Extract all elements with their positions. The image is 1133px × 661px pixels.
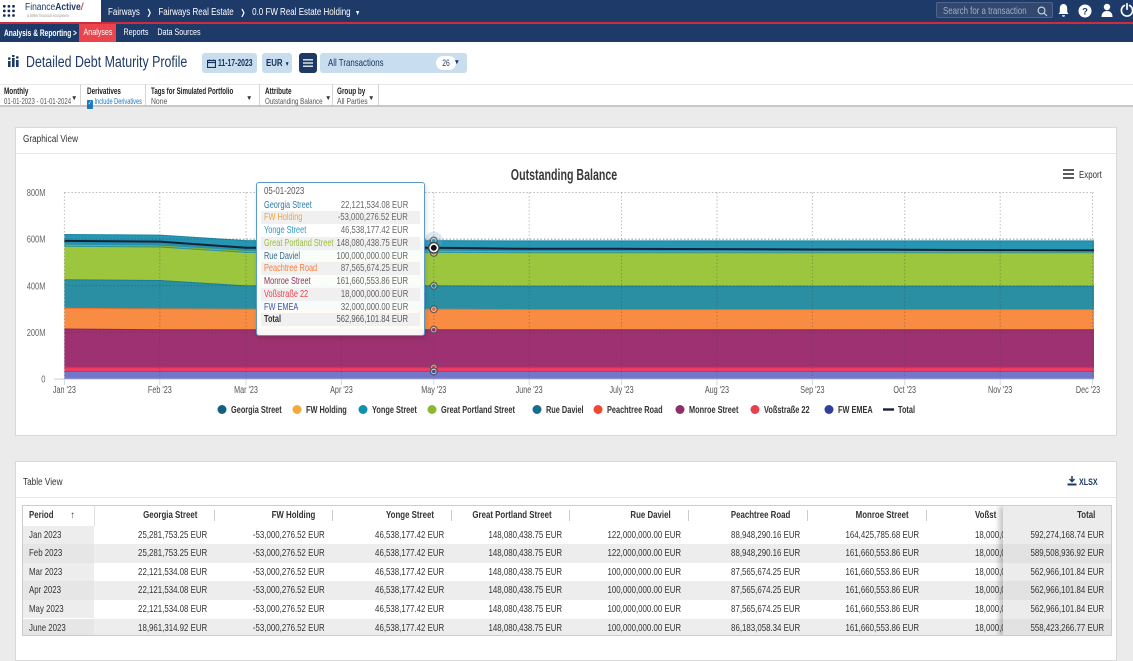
svg-text:FW Holding: FW Holding [306, 404, 347, 416]
svg-text:Feb '23: Feb '23 [148, 385, 172, 396]
svg-text:Apr '23: Apr '23 [330, 385, 353, 396]
svg-text:?: ? [1082, 6, 1088, 17]
svg-text:200M: 200M [27, 328, 46, 339]
svg-text:July '23: July '23 [609, 385, 634, 396]
svg-text:Jan '23: Jan '23 [53, 385, 76, 396]
svg-text:FW EMEA: FW EMEA [838, 404, 873, 416]
svg-text:Peachtree Road: Peachtree Road [607, 404, 663, 416]
svg-text:Mar '23: Mar '23 [234, 385, 258, 396]
svg-text:Yonge Street: Yonge Street [372, 404, 417, 416]
svg-text:Aug '23: Aug '23 [705, 385, 730, 396]
svg-text:Nov '23: Nov '23 [988, 385, 1013, 396]
svg-text:Outstanding Balance: Outstanding Balance [511, 167, 617, 184]
svg-text:600M: 600M [27, 235, 46, 246]
svg-text:Rue Daviel: Rue Daviel [546, 404, 584, 416]
svg-text:Total: Total [898, 404, 915, 416]
svg-text:June '23: June '23 [516, 385, 543, 396]
svg-text:May '23: May '23 [421, 385, 446, 396]
svg-text:Oct '23: Oct '23 [893, 385, 916, 396]
svg-text:Georgia Street: Georgia Street [231, 404, 282, 416]
svg-text:Sep '23: Sep '23 [800, 385, 825, 396]
svg-text:Export: Export [1079, 169, 1102, 181]
svg-text:0: 0 [41, 375, 46, 386]
svg-text:Voßstraße 22: Voßstraße 22 [764, 404, 810, 416]
svg-text:Dec '23: Dec '23 [1076, 385, 1101, 396]
svg-text:800M: 800M [27, 188, 46, 199]
svg-text:400M: 400M [27, 281, 46, 292]
svg-text:Great Portland Street: Great Portland Street [441, 404, 515, 416]
svg-text:Monroe Street: Monroe Street [689, 404, 739, 416]
